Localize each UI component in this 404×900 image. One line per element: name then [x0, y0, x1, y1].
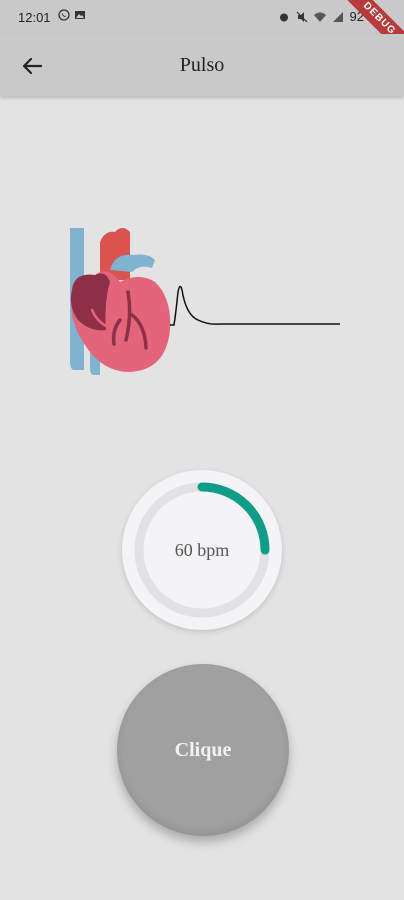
wifi-icon [313, 12, 326, 22]
click-button[interactable]: Clique [117, 664, 289, 836]
bpm-meter: 60 bpm [122, 470, 282, 630]
alarm-icon [279, 13, 288, 21]
signal-icon [332, 11, 343, 22]
gallery-icon [75, 11, 85, 19]
heart-icon [70, 228, 171, 375]
status-bar: 12:01 92 [0, 0, 404, 34]
bpm-value: 60 bpm [174, 540, 230, 560]
status-time: 12:01 [18, 10, 51, 25]
app-bar: Pulso [0, 34, 404, 96]
whatsapp-icon [58, 9, 70, 21]
page-title: Pulso [179, 54, 225, 76]
pulse-trace [170, 285, 340, 326]
mute-icon [296, 11, 307, 22]
